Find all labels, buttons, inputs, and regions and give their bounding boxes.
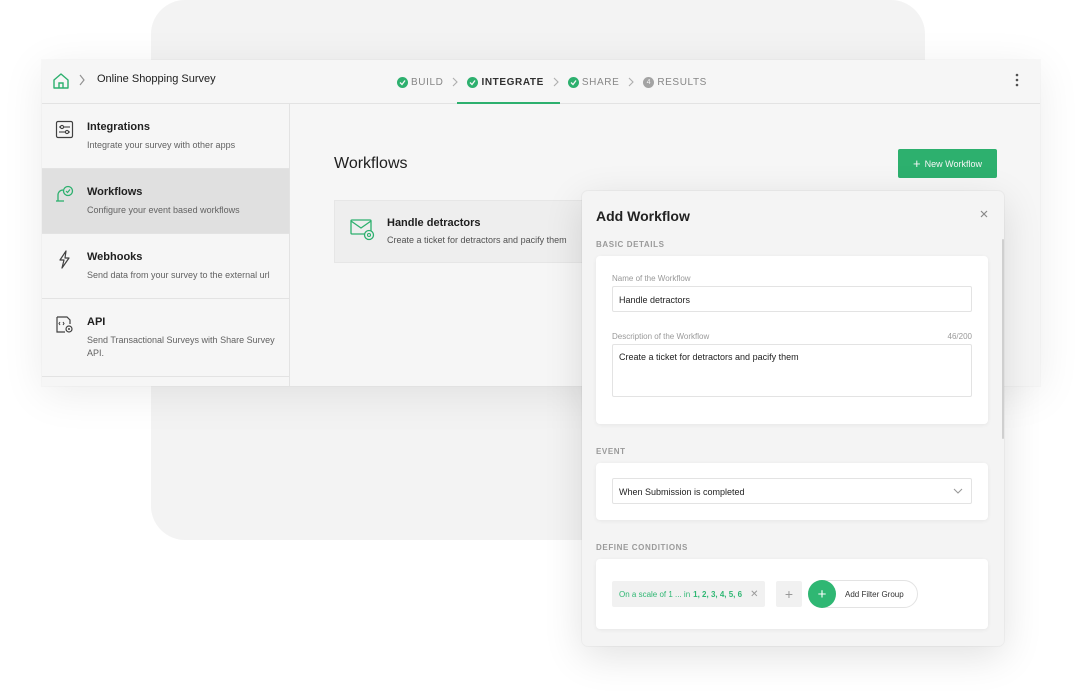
- check-circle-icon: [567, 76, 579, 88]
- step-label: RESULTS: [657, 76, 707, 88]
- mail-gear-icon: [350, 219, 375, 241]
- page-title: Workflows: [334, 155, 408, 172]
- basic-details-label: BASIC DETAILS: [596, 240, 665, 249]
- event-select-value: When Submission is completed: [619, 487, 745, 497]
- event-select[interactable]: When Submission is completed: [612, 478, 972, 504]
- sidebar-item-title: API: [87, 316, 106, 328]
- more-vertical-icon[interactable]: [1014, 73, 1020, 87]
- add-workflow-panel: Add Workflow BASIC DETAILS Name of the W…: [582, 191, 1004, 646]
- sidebar-item-integrations[interactable]: Integrations Integrate your survey with …: [42, 104, 289, 169]
- survey-title: Online Shopping Survey: [97, 73, 216, 85]
- step-nav: BUILD INTEGRATE SHARE 4 RESULTS: [397, 60, 707, 104]
- step-results[interactable]: 4 RESULTS: [643, 60, 707, 104]
- workflow-card-title: Handle detractors: [387, 217, 481, 229]
- scrollbar[interactable]: [1002, 239, 1004, 439]
- sidebar-item-title: Workflows: [87, 186, 143, 198]
- workflows-icon: [56, 185, 74, 202]
- conditions-box: On a scale of 1 ... in 1, 2, 3, 4, 5, 6 …: [596, 559, 988, 629]
- step-integrate[interactable]: INTEGRATE: [457, 60, 561, 104]
- plus-icon: +: [913, 156, 921, 171]
- home-icon[interactable]: [52, 72, 70, 90]
- workflow-card[interactable]: Handle detractors Create a ticket for de…: [334, 200, 594, 263]
- workflow-card-desc: Create a ticket for detractors and pacif…: [387, 235, 567, 245]
- step-share[interactable]: SHARE: [567, 60, 620, 104]
- step-label: BUILD: [411, 76, 444, 88]
- check-circle-icon: [397, 76, 408, 88]
- chevron-right-icon: [553, 77, 559, 87]
- workflow-description-textarea[interactable]: Create a ticket for detractors and pacif…: [612, 344, 972, 397]
- condition-chip-prefix: On a scale of 1 ... in: [619, 589, 691, 599]
- plus-icon: +: [784, 586, 794, 602]
- char-counter: 46/200: [947, 332, 972, 341]
- integrations-icon: [55, 120, 74, 139]
- sidebar-item-desc: Integrate your survey with other apps: [87, 140, 236, 150]
- new-workflow-label: New Workflow: [924, 158, 982, 169]
- step-label: SHARE: [581, 76, 620, 88]
- api-icon: [56, 316, 73, 333]
- sidebar-item-title: Webhooks: [87, 251, 143, 263]
- new-workflow-button[interactable]: + New Workflow: [898, 149, 997, 178]
- webhooks-icon: [59, 250, 70, 269]
- chevron-down-icon: [953, 488, 963, 494]
- chevron-right-icon: [628, 77, 635, 87]
- event-label: EVENT: [596, 447, 626, 456]
- sidebar-item-api[interactable]: API Send Transactional Surveys with Shar…: [42, 299, 289, 377]
- step-number-badge: 4: [643, 76, 655, 88]
- sidebar-item-desc: Send data from your survey to the extern…: [87, 270, 270, 280]
- step-build[interactable]: BUILD: [397, 60, 443, 104]
- add-filter-group-button[interactable]: + Add Filter Group: [808, 580, 918, 608]
- event-box: When Submission is completed: [596, 463, 988, 520]
- top-bar: Online Shopping Survey BUILD INTEGRATE S…: [42, 60, 1040, 104]
- condition-chip[interactable]: On a scale of 1 ... in 1, 2, 3, 4, 5, 6 …: [612, 581, 766, 607]
- workflow-name-input[interactable]: Handle detractors: [612, 286, 972, 312]
- name-label: Name of the Workflow: [612, 274, 691, 283]
- sidebar-item-desc: Configure your event based workflows: [87, 205, 240, 215]
- add-filter-group-label: Add Filter Group: [845, 589, 904, 599]
- sidebar-item-webhooks[interactable]: Webhooks Send data from your survey to t…: [42, 234, 289, 299]
- chevron-right-icon: [79, 74, 85, 86]
- add-condition-button[interactable]: +: [776, 581, 802, 607]
- close-icon[interactable]: [978, 208, 990, 220]
- step-label: INTEGRATE: [481, 76, 544, 88]
- condition-chip-values: 1, 2, 3, 4, 5, 6: [693, 589, 743, 599]
- define-conditions-label: DEFINE CONDITIONS: [596, 543, 688, 552]
- sidebar-item-desc: Send Transactional Surveys with Share Su…: [87, 335, 275, 358]
- panel-title: Add Workflow: [596, 208, 690, 224]
- description-label: Description of the Workflow: [612, 332, 710, 341]
- check-circle-icon: [467, 76, 479, 88]
- sidebar-item-workflows[interactable]: Workflows Configure your event based wor…: [42, 169, 289, 234]
- sidebar: Integrations Integrate your survey with …: [42, 104, 290, 386]
- remove-condition-icon[interactable]: ✕: [750, 589, 758, 600]
- plus-circle-icon: +: [808, 580, 836, 608]
- sidebar-item-title: Integrations: [87, 121, 150, 133]
- basic-details-box: Name of the Workflow Handle detractors D…: [596, 256, 988, 424]
- chevron-right-icon: [453, 77, 459, 87]
